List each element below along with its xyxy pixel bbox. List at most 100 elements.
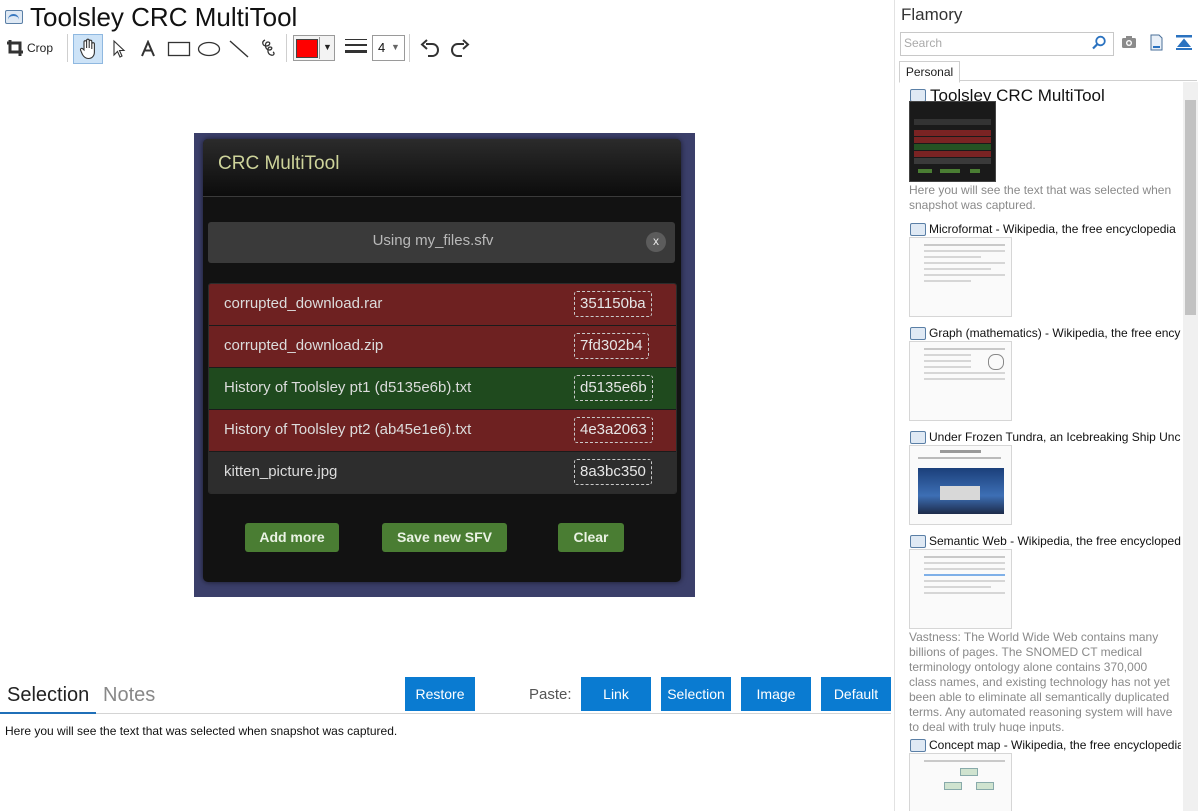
file-row: History of Toolsley pt1 (d5135e6b).txt d… [209, 368, 676, 410]
sidebar-app-name: Flamory [901, 5, 963, 24]
page-icon [910, 223, 926, 236]
paste-selection-button[interactable]: Selection [661, 677, 731, 711]
file-crc: 4e3a2063 [574, 417, 653, 443]
file-row: corrupted_download.zip 7fd302b4 [209, 326, 676, 368]
sidebar-entry[interactable]: Semantic Web - Wikipedia, the free encyc… [909, 533, 1181, 738]
freehand-icon [262, 39, 275, 56]
undo-icon [420, 39, 440, 57]
entry-title: Under Frozen Tundra, an Icebreaking Ship… [929, 430, 1181, 444]
page-icon [910, 535, 926, 548]
line-width-value: 4 [378, 40, 386, 55]
entry-thumbnail [909, 549, 1012, 629]
tab-notes[interactable]: Notes [103, 684, 155, 707]
camera-icon[interactable] [1121, 35, 1137, 49]
entry-description: Here you will see the text that was sele… [909, 183, 1172, 212]
file-name: kitten_picture.jpg [224, 463, 338, 480]
rectangle-icon [167, 41, 191, 57]
entry-description: Vastness: The World Wide Web contains ma… [909, 630, 1173, 732]
sidebar-entry[interactable]: Toolsley CRC MultiTool Here you will see… [909, 84, 1181, 214]
file-name: History of Toolsley pt1 (d5135e6b).txt [224, 379, 472, 396]
toolbar-separator [409, 34, 410, 62]
file-crc: 7fd302b4 [574, 333, 649, 359]
page-icon [910, 739, 926, 752]
crop-button[interactable]: Crop [6, 34, 58, 62]
save-sfv-button[interactable]: Save new SFV [382, 523, 507, 552]
entry-title: Microformat - Wikipedia, the free encycl… [929, 222, 1176, 236]
paste-link-button[interactable]: Link [581, 677, 651, 711]
selection-text: Here you will see the text that was sele… [5, 724, 398, 738]
entry-thumbnail [909, 101, 996, 182]
color-swatch [296, 39, 318, 58]
search-placeholder: Search [904, 36, 943, 50]
entry-title: Semantic Web - Wikipedia, the free encyc… [929, 534, 1181, 548]
paste-label: Paste: [529, 686, 572, 703]
document-icon[interactable] [1150, 34, 1163, 51]
file-name: corrupted_download.zip [224, 337, 384, 354]
paste-image-button[interactable]: Image [741, 677, 811, 711]
file-name: History of Toolsley pt2 (ab45e1e6).txt [224, 421, 472, 438]
modal-title: CRC MultiTool [218, 153, 340, 174]
line-tool-button[interactable] [225, 34, 253, 64]
pan-tool-button[interactable] [73, 34, 103, 64]
rectangle-tool-button[interactable] [164, 34, 194, 64]
hand-icon [79, 38, 95, 60]
entry-thumbnail [909, 341, 1012, 421]
freehand-tool-button[interactable] [255, 34, 283, 64]
line-icon [229, 40, 249, 58]
chevron-down-icon: ▼ [391, 42, 400, 52]
sidebar-entry[interactable]: Concept map - Wikipedia, the free encycl… [909, 737, 1181, 811]
undo-button[interactable] [416, 34, 444, 64]
chevron-down-icon: ▼ [323, 42, 332, 52]
file-crc: 351150ba [574, 291, 652, 317]
sidebar-entry[interactable]: Graph (mathematics) - Wikipedia, the fre… [909, 325, 1181, 421]
page-icon [910, 327, 926, 340]
entry-title: Graph (mathematics) - Wikipedia, the fre… [929, 326, 1181, 340]
color-picker[interactable]: ▼ [293, 35, 335, 61]
sfv-info-text: Using my_files.sfv [372, 232, 494, 249]
line-width-select[interactable]: 4 ▼ [372, 35, 405, 61]
select-tool-button[interactable] [105, 34, 133, 64]
close-icon[interactable]: x [646, 232, 666, 252]
window-title: Toolsley CRC MultiTool [30, 2, 298, 32]
sidebar-divider [894, 0, 895, 811]
file-row: corrupted_download.rar 351150ba [209, 284, 676, 326]
tab-divider [96, 713, 891, 714]
add-more-button[interactable]: Add more [245, 523, 339, 552]
restore-button[interactable]: Restore [405, 677, 475, 711]
tab-selection[interactable]: Selection [7, 684, 89, 707]
entry-thumbnail [909, 753, 1012, 811]
sidebar-scrollbar-thumb[interactable] [1185, 100, 1196, 315]
toolbar-separator [286, 34, 287, 62]
sidebar-entry[interactable]: Under Frozen Tundra, an Icebreaking Ship… [909, 429, 1181, 525]
entry-thumbnail [909, 445, 1012, 525]
app-window-icon [5, 10, 23, 24]
crop-icon [7, 40, 23, 56]
line-width-icon [345, 39, 367, 53]
toolbar-separator [67, 34, 68, 62]
file-row: History of Toolsley pt2 (ab45e1e6).txt 4… [209, 410, 676, 452]
collapse-top-icon[interactable] [1175, 34, 1193, 51]
file-name: corrupted_download.rar [224, 295, 383, 312]
clear-button[interactable]: Clear [558, 523, 624, 552]
file-list: corrupted_download.rar 351150ba corrupte… [208, 283, 677, 494]
sidebar-entry[interactable]: Microformat - Wikipedia, the free encycl… [909, 221, 1181, 317]
file-crc: d5135e6b [574, 375, 653, 401]
file-crc: 8a3bc350 [574, 459, 652, 485]
paste-default-button[interactable]: Default [821, 677, 891, 711]
entry-title: Concept map - Wikipedia, the free encycl… [929, 738, 1181, 752]
header-divider [203, 196, 681, 197]
ellipse-icon [197, 41, 221, 57]
text-icon [141, 40, 155, 57]
entry-thumbnail [909, 237, 1012, 317]
tab-personal[interactable]: Personal [899, 61, 960, 83]
arrow-cursor-icon [113, 39, 126, 58]
ellipse-tool-button[interactable] [194, 34, 224, 64]
active-tab-indicator [0, 712, 96, 714]
crop-label: Crop [27, 41, 54, 55]
color-dropdown[interactable]: ▼ [319, 37, 334, 59]
redo-button[interactable] [446, 34, 474, 64]
file-row: kitten_picture.jpg 8a3bc350 [209, 452, 676, 493]
text-tool-button[interactable] [135, 34, 161, 64]
search-icon[interactable] [1091, 35, 1107, 51]
redo-icon [450, 39, 470, 57]
